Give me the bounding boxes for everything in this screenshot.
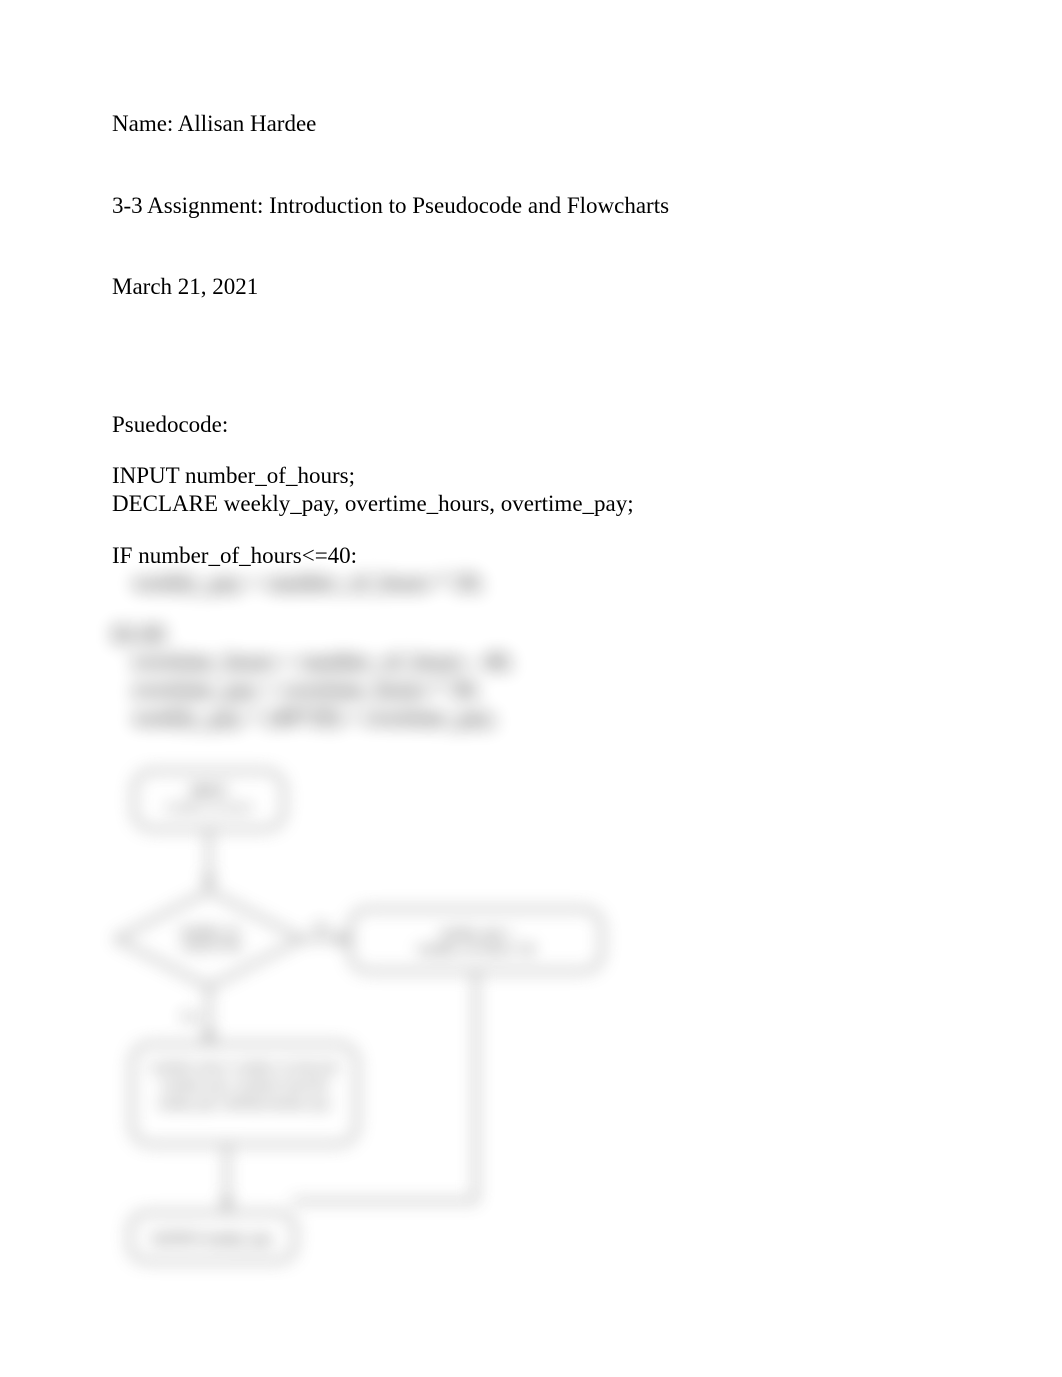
pseudo-else: ELSE bbox=[112, 621, 950, 649]
flow-start-text: number_of_hours bbox=[166, 802, 253, 814]
pseudocode-label: Psuedocode: bbox=[112, 411, 950, 439]
document-page: Name: Allisan Hardee 3-3 Assignment: Int… bbox=[0, 0, 1062, 1321]
date-line: March 21, 2021 bbox=[112, 273, 950, 301]
assignment-title: 3-3 Assignment: Introduction to Pseudoco… bbox=[112, 192, 950, 220]
svg-text:Yes: Yes bbox=[180, 1010, 200, 1024]
pseudo-if: IF number_of_hours<=40: bbox=[112, 542, 950, 570]
svg-text:number_of_hours * 20: number_of_hours * 20 bbox=[418, 944, 534, 956]
svg-text:weekly_pay = (40*20)+overtime_: weekly_pay = (40*20)+overtime_pay bbox=[158, 1099, 330, 1110]
svg-text:_hours<=40: _hours<=40 bbox=[177, 940, 240, 952]
svg-text:weekly_pay =: weekly_pay = bbox=[440, 928, 512, 940]
flowchart-diagram: INPUT number_of_hours number_of _hours<=… bbox=[112, 761, 612, 1281]
blurred-pseudocode-block: weekly_pay = number_of_hours * 20; ELSE … bbox=[112, 569, 950, 731]
svg-text:OUTPUT weekly_pay: OUTPUT weekly_pay bbox=[152, 1232, 272, 1246]
svg-text:overtime_hours = number_of_hou: overtime_hours = number_of_hours-40 bbox=[151, 1063, 337, 1074]
svg-text:INPUT: INPUT bbox=[191, 784, 228, 798]
svg-text:overtime_pay = overtime_hours*: overtime_pay = overtime_hours*30 bbox=[161, 1081, 327, 1092]
pseudo-if-body: weekly_pay = number_of_hours * 20; bbox=[112, 569, 950, 597]
pseudo-declare: DECLARE weekly_pay, overtime_hours, over… bbox=[112, 490, 950, 518]
pseudo-else-3: weekly_pay = (40*20) + overtime_pay; bbox=[112, 704, 950, 732]
pseudo-else-1: overtime_hours = number_of_hours - 40; bbox=[112, 648, 950, 676]
pseudo-input: INPUT number_of_hours; bbox=[112, 462, 950, 490]
svg-text:number_of: number_of bbox=[181, 926, 238, 938]
svg-text:No: No bbox=[314, 920, 330, 934]
name-line: Name: Allisan Hardee bbox=[112, 110, 950, 138]
pseudo-else-2: overtime_pay = overtime_hours * 30; bbox=[112, 676, 950, 704]
